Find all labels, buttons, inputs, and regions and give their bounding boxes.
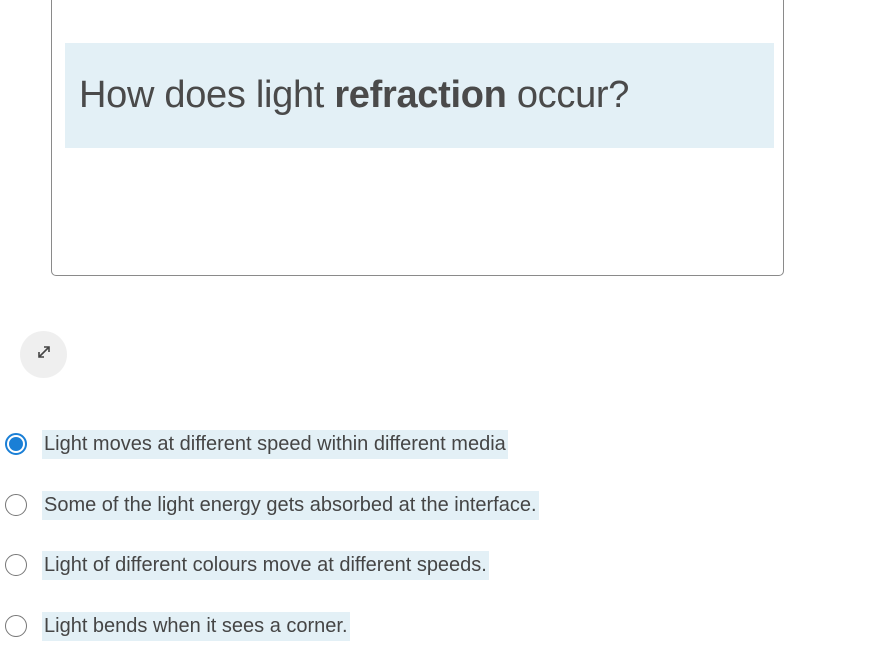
option-label: Some of the light energy gets absorbed a… [42, 490, 539, 520]
option-1[interactable]: Light moves at different speed within di… [5, 429, 508, 459]
question-prefix: How does light [79, 74, 335, 116]
expand-arrows-icon [35, 343, 53, 366]
option-label: Light moves at different speed within di… [42, 429, 508, 459]
question-card: How does light refraction occur? [51, 0, 784, 276]
option-2[interactable]: Some of the light energy gets absorbed a… [5, 490, 539, 520]
option-4[interactable]: Light bends when it sees a corner. [5, 611, 350, 641]
option-label: Light of different colours move at diffe… [42, 550, 489, 580]
question-text: How does light refraction occur? [79, 74, 629, 117]
radio-button[interactable] [5, 494, 27, 516]
radio-button[interactable] [5, 554, 27, 576]
option-3[interactable]: Light of different colours move at diffe… [5, 550, 489, 580]
question-banner: How does light refraction occur? [65, 43, 774, 148]
expand-button[interactable] [20, 331, 67, 378]
question-emphasis: refraction [334, 74, 507, 116]
option-label: Light bends when it sees a corner. [42, 611, 350, 641]
radio-button[interactable] [5, 615, 27, 637]
radio-button-selected[interactable] [5, 433, 27, 455]
question-suffix: occur? [506, 74, 630, 116]
